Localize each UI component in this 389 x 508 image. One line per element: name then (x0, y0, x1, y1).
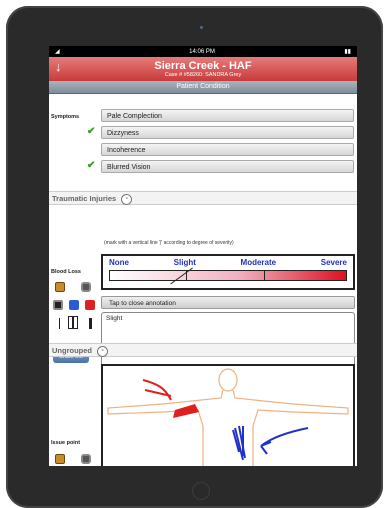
issue-point-label: Issue point (51, 440, 81, 446)
checkmark-icon: ✔ (87, 160, 96, 171)
home-button[interactable] (192, 482, 210, 500)
symptom-label: Incoherence (107, 147, 146, 154)
symptom-label: Blurred Vision (107, 164, 151, 171)
body-outline (107, 368, 349, 466)
symptoms-label: Symptoms (51, 114, 80, 120)
camera-dot (200, 26, 203, 29)
symptoms-section: Symptoms Pale Complection ✔ Dizzyness In… (49, 94, 357, 180)
ungrouped-header[interactable]: Ungrouped - (49, 343, 357, 357)
symptom-label: Pale Complection (107, 113, 162, 120)
collapse-toggle-icon[interactable]: - (121, 193, 133, 205)
status-time: 14:06 PM (189, 48, 215, 55)
blood-loss-label: Blood Loss (51, 269, 81, 275)
pen-color-red[interactable] (85, 300, 95, 310)
collapse-toggle-icon[interactable]: - (97, 345, 109, 357)
traumatic-injuries-header[interactable]: Traumatic Injuries - (49, 191, 357, 205)
traumatic-injuries-title: Traumatic Injuries (52, 194, 117, 203)
close-annotation-button[interactable]: Tap to close annotation (101, 296, 355, 309)
thin-stroke-icon[interactable] (59, 318, 60, 329)
severity-scale[interactable]: None Slight Moderate Severe (101, 254, 355, 290)
annotation-textarea[interactable]: Slight (101, 312, 355, 370)
medium-stroke-icon[interactable] (68, 316, 78, 329)
thick-stroke-icon[interactable] (89, 318, 92, 329)
checkmark-icon: ✔ (87, 126, 96, 137)
back-arrow-icon[interactable]: ↓ (55, 60, 62, 73)
notebook-icon[interactable] (55, 454, 65, 464)
severity-instruction: (mark with a vertical line '|' according… (104, 240, 234, 246)
section-header: Patient Condition (49, 81, 357, 94)
battery-icon: ▮▮ (344, 49, 351, 55)
body-diagram-canvas[interactable] (101, 364, 355, 466)
title-bar: ↓ Sierra Creek - HAF Case # #58260: SAND… (49, 57, 357, 81)
symptom-item[interactable]: Pale Complection (101, 109, 354, 122)
pen-color-blue[interactable] (69, 300, 79, 310)
symptom-item[interactable]: Incoherence (101, 143, 354, 156)
app-screen: ◢ 14:06 PM ▮▮ ↓ Sierra Creek - HAF Case … (49, 46, 357, 466)
symptom-label: Dizzyness (107, 130, 139, 137)
ungrouped-title: Ungrouped (52, 346, 92, 355)
status-bar: ◢ 14:06 PM ▮▮ (49, 46, 357, 57)
camera-icon[interactable] (81, 454, 91, 464)
case-subtitle: Case # #58260: SANDRA Grey (164, 72, 242, 78)
signal-icon: ◢ (55, 49, 60, 55)
pen-color-black[interactable] (53, 300, 63, 310)
symptom-item[interactable]: Dizzyness (101, 126, 354, 139)
symptom-item[interactable]: Blurred Vision (101, 160, 354, 173)
notebook-icon[interactable] (55, 282, 65, 292)
camera-icon[interactable] (81, 282, 91, 292)
severity-mark (170, 267, 193, 285)
app-title: Sierra Creek - HAF (154, 60, 252, 72)
